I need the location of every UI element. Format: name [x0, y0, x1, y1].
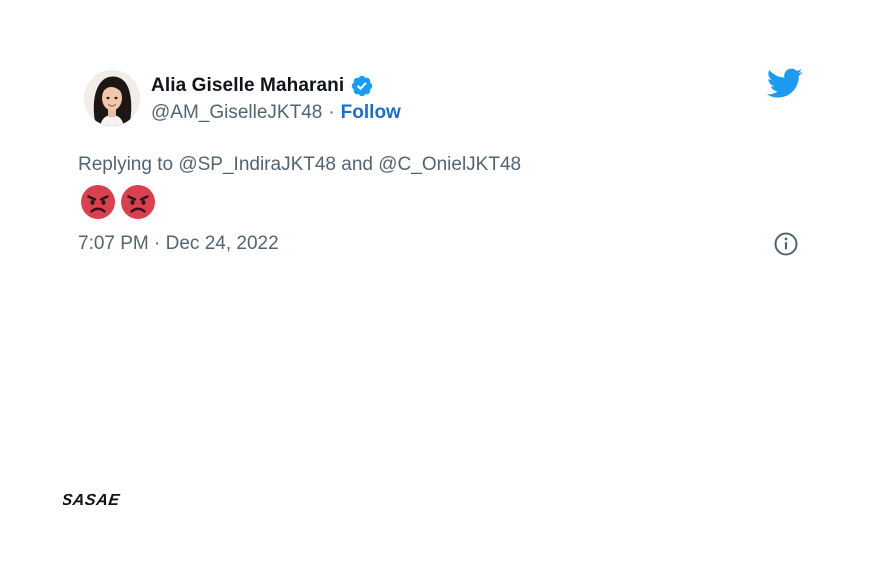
separator-dot: · [328, 102, 335, 123]
follow-button[interactable]: Follow [341, 102, 401, 124]
replying-to-line: Replying to @SP_IndiraJKT48 and @C_Oniel… [78, 154, 521, 176]
display-name[interactable]: Alia Giselle Maharani [151, 75, 344, 97]
twitter-bird-icon[interactable] [766, 68, 803, 100]
reply-prefix: Replying to [78, 154, 174, 175]
tweet-timestamp[interactable]: 7:07 PM · Dec 24, 2022 [78, 233, 279, 255]
reply-mention-1[interactable]: @SP_IndiraJKT48 [178, 154, 336, 175]
pouting-face-emoji [121, 185, 155, 219]
avatar-image [84, 70, 140, 126]
reply-mention-2[interactable]: @C_OnielJKT48 [378, 154, 521, 175]
author-name-row: Alia Giselle Maharani [151, 74, 374, 98]
pouting-face-emoji [81, 185, 115, 219]
sasae-watermark-logo: SASAE [60, 491, 149, 509]
reply-joiner: and [341, 154, 373, 175]
verified-badge-icon [350, 74, 374, 98]
info-icon[interactable] [772, 230, 800, 258]
watermark-text: SASAE [63, 491, 122, 508]
tweet-embed-card[interactable]: Alia Giselle Maharani @AM_GiselleJKT48 ·… [78, 66, 806, 266]
tweet-text [80, 184, 156, 220]
handle[interactable]: @AM_GiselleJKT48 [151, 102, 322, 124]
avatar[interactable] [84, 70, 140, 126]
handle-row: @AM_GiselleJKT48 · Follow [151, 102, 401, 124]
